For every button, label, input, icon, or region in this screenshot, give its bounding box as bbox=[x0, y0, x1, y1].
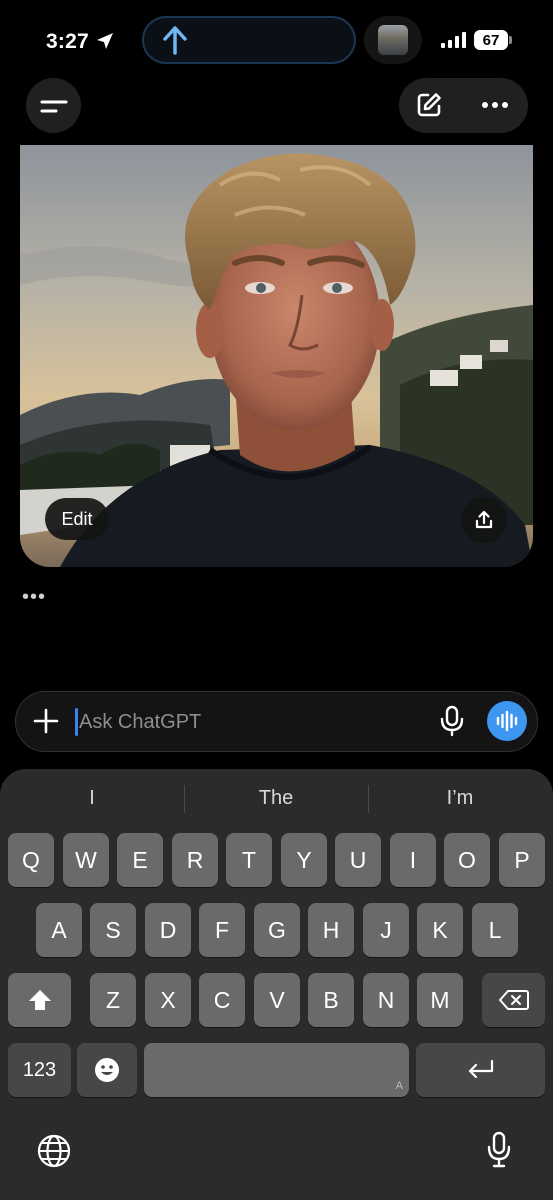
dictate-button[interactable] bbox=[436, 704, 468, 738]
key-f[interactable]: F bbox=[199, 903, 245, 957]
key-i[interactable]: I bbox=[390, 833, 436, 887]
key-l[interactable]: L bbox=[472, 903, 518, 957]
key-e[interactable]: E bbox=[117, 833, 163, 887]
share-image-button[interactable] bbox=[461, 497, 507, 543]
status-time: 3:27 bbox=[46, 30, 89, 53]
share-icon bbox=[475, 510, 493, 529]
microphone-icon bbox=[440, 705, 464, 737]
key-y[interactable]: Y bbox=[281, 833, 327, 887]
globe-key[interactable] bbox=[34, 1131, 74, 1171]
emoji-key[interactable] bbox=[77, 1043, 137, 1097]
key-k[interactable]: K bbox=[417, 903, 463, 957]
key-a[interactable]: A bbox=[36, 903, 82, 957]
shift-key[interactable] bbox=[8, 973, 71, 1027]
key-r[interactable]: R bbox=[172, 833, 218, 887]
key-g[interactable]: G bbox=[254, 903, 300, 957]
more-options-button[interactable] bbox=[474, 84, 516, 126]
globe-icon bbox=[37, 1134, 71, 1168]
attach-button[interactable] bbox=[31, 706, 61, 736]
key-o[interactable]: O bbox=[444, 833, 490, 887]
edit-image-button[interactable]: Edit bbox=[45, 498, 109, 540]
battery-cap bbox=[509, 36, 512, 44]
plus-icon bbox=[33, 708, 59, 734]
location-arrow-icon bbox=[97, 33, 113, 49]
thumbnail-image bbox=[378, 25, 408, 55]
key-h[interactable]: H bbox=[308, 903, 354, 957]
suggestion-1[interactable]: I bbox=[0, 787, 184, 811]
suggestion-2[interactable]: The bbox=[184, 787, 368, 811]
text-cursor bbox=[75, 708, 78, 736]
key-x[interactable]: X bbox=[145, 973, 191, 1027]
key-q[interactable]: Q bbox=[8, 833, 54, 887]
key-n[interactable]: N bbox=[363, 973, 409, 1027]
key-m[interactable]: M bbox=[417, 973, 463, 1027]
space-key[interactable]: A bbox=[144, 1043, 409, 1097]
new-chat-button[interactable] bbox=[408, 84, 450, 126]
return-icon bbox=[468, 1059, 493, 1079]
message-input[interactable] bbox=[79, 707, 409, 737]
key-b[interactable]: B bbox=[308, 973, 354, 1027]
dictation-mic-icon bbox=[487, 1131, 511, 1168]
key-s[interactable]: S bbox=[90, 903, 136, 957]
backspace-key[interactable] bbox=[482, 973, 545, 1027]
key-c[interactable]: C bbox=[199, 973, 245, 1027]
edit-pencil-icon bbox=[417, 93, 441, 117]
space-key-hint: A bbox=[395, 1080, 403, 1092]
voice-waveform-icon bbox=[496, 710, 518, 732]
key-u[interactable]: U bbox=[335, 833, 381, 887]
key-v[interactable]: V bbox=[254, 973, 300, 1027]
battery-indicator: 67 bbox=[474, 30, 508, 50]
shift-icon bbox=[28, 990, 51, 1010]
numbers-key[interactable]: 123 bbox=[8, 1043, 71, 1097]
ellipsis-icon bbox=[482, 102, 508, 108]
voice-mode-button[interactable] bbox=[487, 701, 527, 741]
backspace-icon bbox=[498, 990, 529, 1010]
cellular-signal-icon bbox=[441, 32, 466, 48]
key-t[interactable]: T bbox=[226, 833, 272, 887]
upload-arrow-icon bbox=[163, 26, 187, 55]
key-d[interactable]: D bbox=[145, 903, 191, 957]
sidebar-menu-button[interactable] bbox=[26, 78, 81, 133]
typing-indicator: ••• bbox=[22, 586, 47, 608]
hamburger-menu-icon bbox=[40, 100, 67, 112]
island-thumbnail[interactable] bbox=[364, 16, 422, 64]
suggestion-3[interactable]: I’m bbox=[368, 787, 552, 811]
key-p[interactable]: P bbox=[499, 833, 545, 887]
keyboard-dictation-button[interactable] bbox=[482, 1129, 516, 1171]
key-w[interactable]: W bbox=[63, 833, 109, 887]
return-key[interactable] bbox=[416, 1043, 545, 1097]
emoji-icon bbox=[95, 1058, 119, 1082]
key-z[interactable]: Z bbox=[90, 973, 136, 1027]
key-j[interactable]: J bbox=[363, 903, 409, 957]
